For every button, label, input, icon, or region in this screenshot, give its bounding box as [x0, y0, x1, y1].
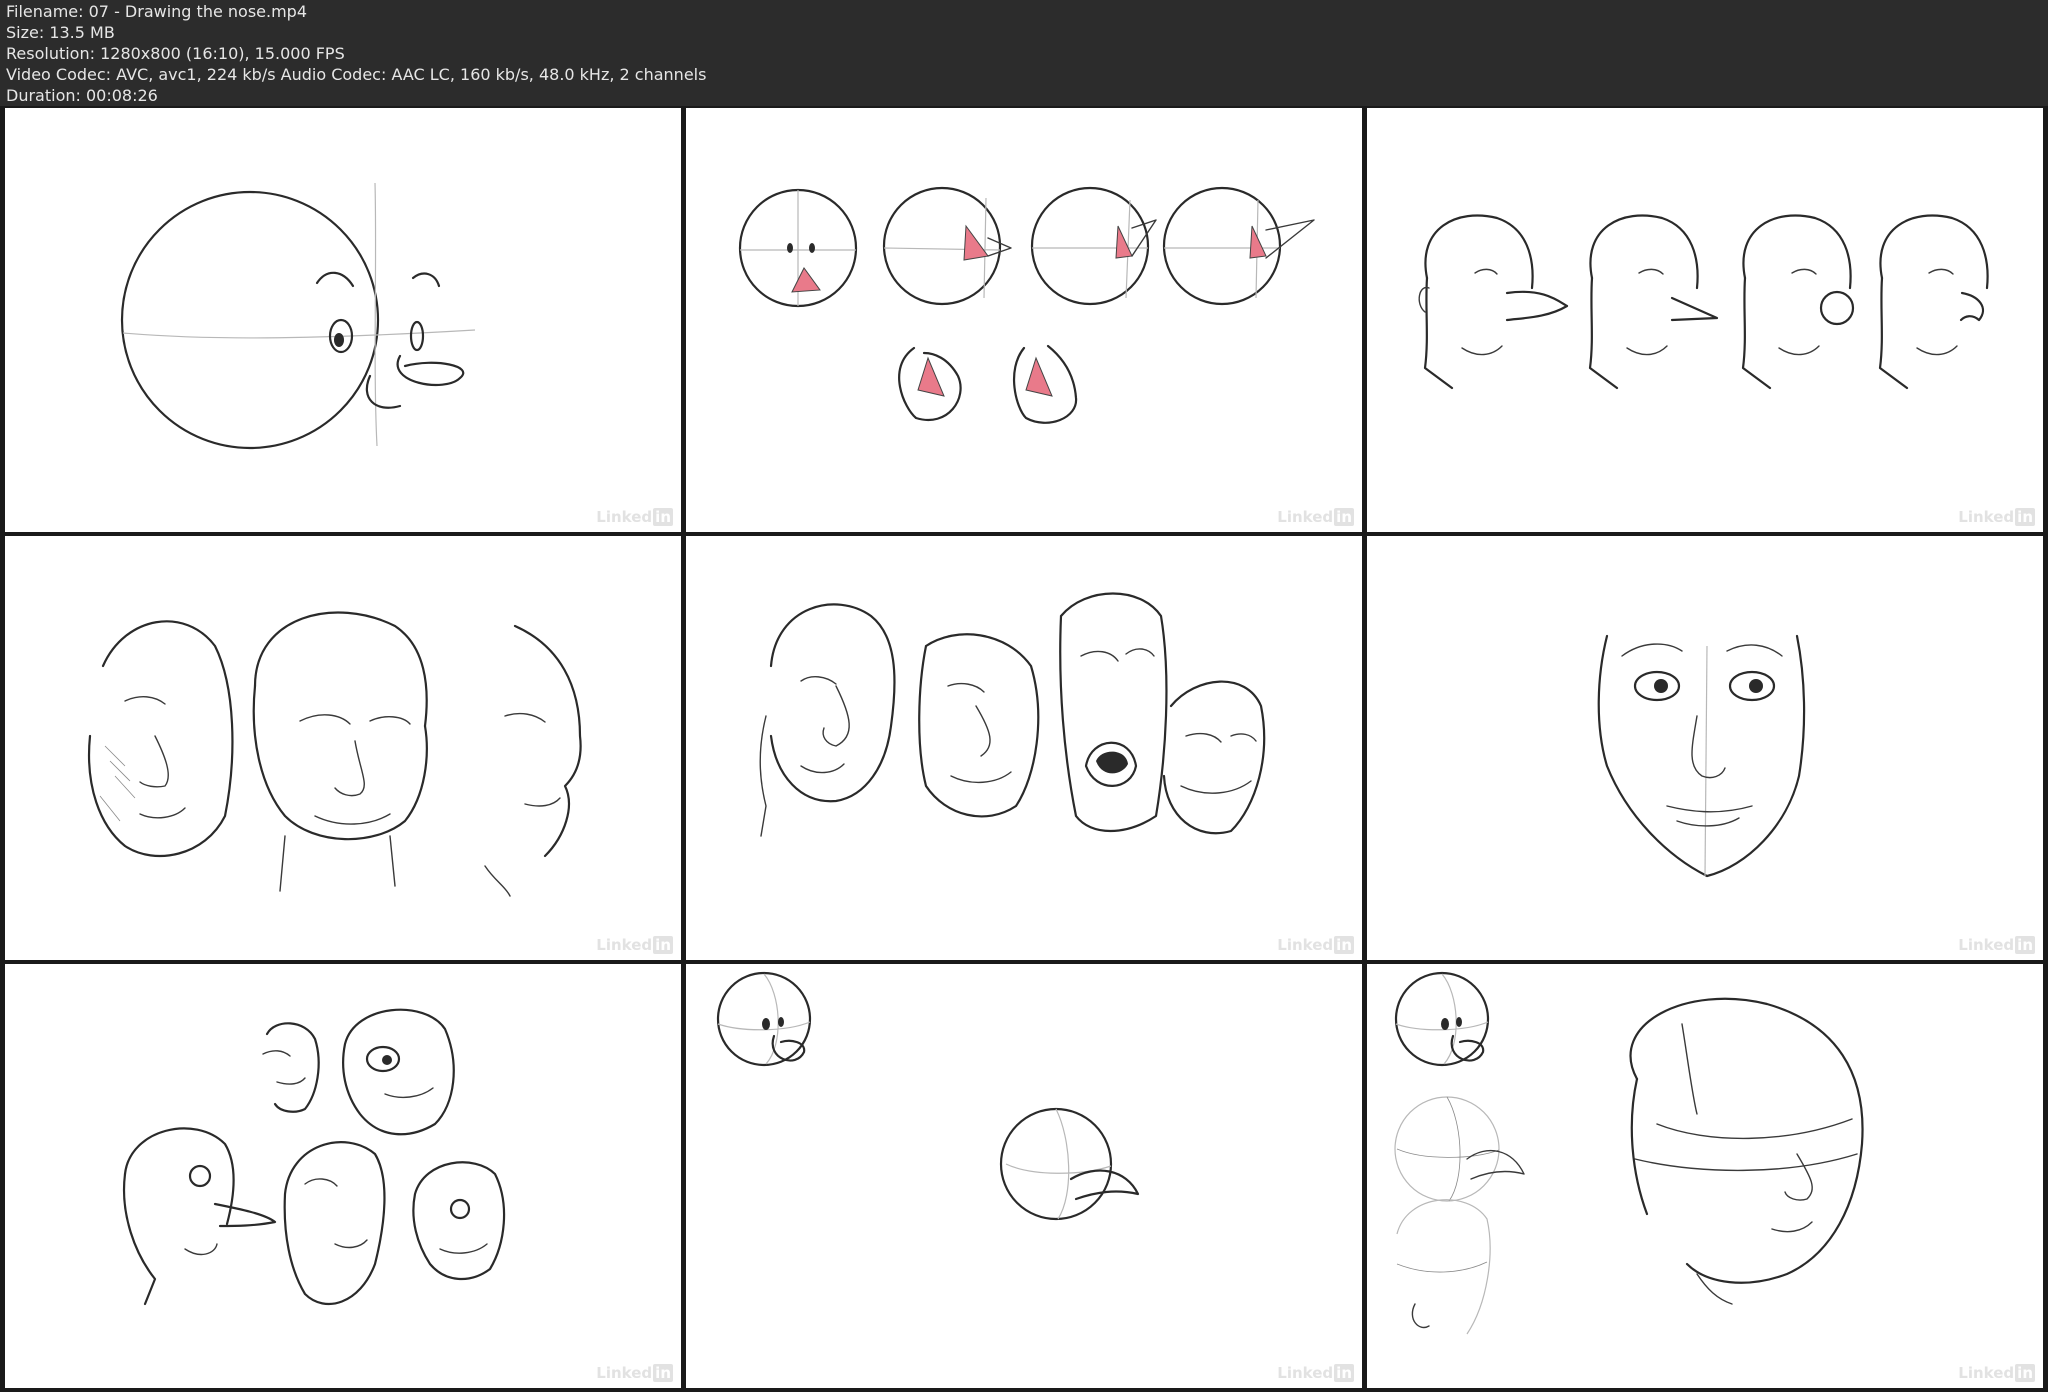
- four-nose-variation-heads-drawing: [1418, 214, 1989, 390]
- ball-with-nose-small: [1394, 971, 1490, 1067]
- bald-female-head: [342, 1008, 455, 1136]
- thumbnail-9[interactable]: Linked in: [1367, 964, 2043, 1388]
- thumbnail-2[interactable]: Linked in: [686, 108, 1362, 532]
- codec-text: Video Codec: AVC, avc1, 224 kb/s Audio C…: [6, 65, 707, 84]
- long-nose-male-head: [123, 1127, 277, 1306]
- head-pointed-nose: [1588, 214, 1719, 390]
- thumbnail-7[interactable]: Linked in: [5, 964, 681, 1388]
- shaded-male-head: [88, 620, 234, 858]
- head-hooked-nose: [1878, 214, 1989, 390]
- linkedin-watermark: Linked in: [1958, 1364, 2035, 1382]
- nose-construction-circles-drawing: [738, 186, 1315, 424]
- realistic-male-heads-drawing: [88, 611, 582, 897]
- duration-text: Duration: 00:08:26: [6, 86, 158, 105]
- ball-with-beak: [999, 1107, 1140, 1221]
- linkedin-watermark: Linked in: [1958, 936, 2035, 954]
- grinning-face-cartoon: [1162, 680, 1266, 835]
- thumbnail-1[interactable]: Linked in: [5, 108, 681, 532]
- female-profile-small: [262, 1022, 320, 1113]
- cartoon-character-heads-drawing: [759, 592, 1266, 837]
- head-construction-sketches: [1394, 971, 1864, 1335]
- linkedin-watermark: Linked in: [596, 508, 673, 526]
- looking-up-head: [283, 1141, 386, 1306]
- linkedin-watermark: Linked in: [1277, 1364, 1354, 1382]
- linkedin-watermark: Linked in: [1277, 508, 1354, 526]
- linkedin-watermark: Linked in: [1958, 508, 2035, 526]
- ball-with-beak-faint: [1394, 1096, 1525, 1202]
- resolution-text: Resolution: 1280x800 (16:10), 15.000 FPS: [6, 44, 345, 63]
- smiling-woman-head: [412, 1161, 506, 1281]
- beak-construction-sketches: [716, 971, 1140, 1221]
- linkedin-watermark: Linked in: [596, 1364, 673, 1382]
- large-head-construction: [1629, 997, 1864, 1305]
- media-info-header: Filename: 07 - Drawing the nose.mp4 Size…: [0, 0, 2048, 106]
- thumbnail-8[interactable]: Linked in: [686, 964, 1362, 1388]
- female-face-drawing: [1597, 634, 1806, 878]
- thumbnail-3[interactable]: Linked in: [1367, 108, 2043, 532]
- thumbnail-4[interactable]: Linked in: [5, 536, 681, 960]
- assorted-character-heads-drawing: [123, 1008, 506, 1306]
- thumbnail-grid: Linked in Linked in Linked in Linked in …: [0, 106, 2048, 1392]
- thumbnail-5[interactable]: Linked in: [686, 536, 1362, 960]
- front-male-head: [252, 611, 428, 892]
- profile-male-head: [484, 624, 582, 897]
- thumbnail-6[interactable]: Linked in: [1367, 536, 2043, 960]
- bald-head-cartoon: [759, 603, 896, 837]
- size-text: Size: 13.5 MB: [6, 23, 115, 42]
- small-ball-with-nose: [716, 971, 812, 1067]
- long-face-cartoon: [918, 633, 1040, 818]
- filename-text: Filename: 07 - Drawing the nose.mp4: [6, 2, 308, 21]
- contact-sheet: Filename: 07 - Drawing the nose.mp4 Size…: [0, 0, 2048, 1392]
- linkedin-watermark: Linked in: [596, 936, 673, 954]
- screaming-face-cartoon: [1059, 592, 1168, 833]
- head-long-nose: [1418, 214, 1569, 390]
- face-construction-faint: [1396, 1199, 1491, 1335]
- linkedin-watermark: Linked in: [1277, 936, 1354, 954]
- cartoon-ball-head-drawing: [120, 182, 476, 450]
- head-round-nose: [1741, 214, 1855, 390]
